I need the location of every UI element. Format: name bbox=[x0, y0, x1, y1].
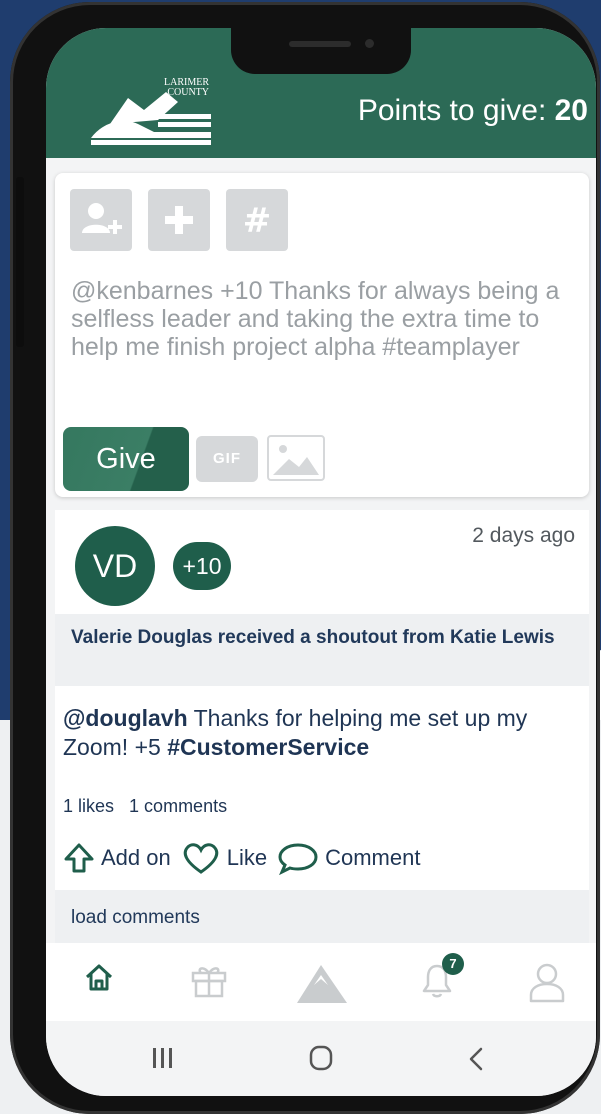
system-nav-bar bbox=[46, 1021, 596, 1096]
avatar[interactable]: VD bbox=[75, 526, 155, 606]
profile-icon bbox=[529, 963, 565, 1003]
hashtag-link[interactable]: #CustomerService bbox=[167, 734, 369, 760]
shoutout-text: Valerie Douglas received a shoutout from… bbox=[71, 627, 555, 648]
gif-button[interactable]: GIF bbox=[196, 436, 258, 482]
back-nav-icon[interactable] bbox=[466, 1046, 486, 1072]
post-timestamp: 2 days ago bbox=[472, 524, 575, 547]
points-value: 20 bbox=[554, 94, 588, 127]
heart-icon bbox=[183, 843, 218, 874]
points-label: Points to give: bbox=[357, 94, 555, 127]
comment-button[interactable]: Comment bbox=[277, 841, 420, 875]
add-points-button[interactable] bbox=[148, 189, 210, 251]
add-hashtag-button[interactable]: # bbox=[226, 189, 288, 251]
compose-card: # @kenbarnes +10 Thanks for always being… bbox=[55, 173, 589, 497]
add-user-icon bbox=[82, 203, 122, 234]
tab-give[interactable] bbox=[294, 959, 350, 1010]
hashtag-icon: # bbox=[243, 201, 272, 241]
phone-screen: LARIMER COUNTY Points to give: 20 # @ken… bbox=[46, 28, 596, 1096]
comments-count[interactable]: 1 comments bbox=[129, 796, 227, 816]
image-button[interactable] bbox=[267, 435, 325, 481]
message-input[interactable]: @kenbarnes +10 Thanks for always being a… bbox=[71, 277, 581, 361]
recent-apps-icon[interactable] bbox=[150, 1046, 176, 1070]
post-body: @douglavh Thanks for helping me set up m… bbox=[63, 704, 581, 762]
feed-post: VD +10 2 days ago Valerie Douglas receiv… bbox=[55, 510, 589, 946]
tab-rewards[interactable] bbox=[189, 961, 229, 1004]
home-nav-icon[interactable] bbox=[308, 1044, 334, 1072]
gift-icon bbox=[191, 967, 227, 998]
like-label: Like bbox=[226, 845, 268, 870]
logo-text: LARIMER COUNTY bbox=[164, 78, 209, 98]
add-on-label: Add on bbox=[101, 845, 171, 870]
post-stats: 1 likes 1 comments bbox=[63, 796, 237, 817]
image-icon bbox=[273, 445, 319, 475]
mention-link[interactable]: @douglavh bbox=[63, 705, 188, 731]
add-user-button[interactable] bbox=[70, 189, 132, 251]
like-button[interactable]: Like bbox=[181, 841, 267, 875]
tab-profile[interactable] bbox=[528, 961, 566, 1008]
points-to-give: Points to give: 20 bbox=[358, 94, 588, 128]
front-camera bbox=[365, 39, 374, 48]
comment-icon bbox=[278, 843, 318, 875]
phone-side-button bbox=[16, 177, 24, 347]
mountain-icon bbox=[297, 965, 347, 1003]
home-icon bbox=[85, 964, 113, 991]
arrow-up-icon bbox=[64, 843, 94, 873]
post-actions: Add on Like Comment bbox=[63, 838, 430, 878]
likes-count[interactable]: 1 likes bbox=[63, 796, 114, 816]
post-banner: Valerie Douglas received a shoutout from… bbox=[55, 614, 589, 686]
give-button[interactable]: Give bbox=[63, 427, 189, 491]
notification-badge: 7 bbox=[442, 953, 464, 975]
comment-label: Comment bbox=[325, 845, 421, 870]
load-comments-label: load comments bbox=[71, 907, 200, 928]
load-comments-button[interactable]: load comments bbox=[55, 890, 589, 946]
svg-text:#: # bbox=[243, 201, 272, 241]
phone-frame: LARIMER COUNTY Points to give: 20 # @ken… bbox=[10, 2, 600, 1114]
plus-icon bbox=[165, 206, 193, 234]
tab-home[interactable] bbox=[82, 961, 116, 1000]
points-badge: +10 bbox=[173, 542, 231, 590]
phone-notch bbox=[231, 28, 411, 74]
logo-text-line2: COUNTY bbox=[167, 87, 209, 98]
speaker-grille bbox=[289, 41, 351, 47]
bottom-tab-bar: 7 bbox=[46, 943, 596, 1021]
add-on-button[interactable]: Add on bbox=[63, 842, 171, 874]
